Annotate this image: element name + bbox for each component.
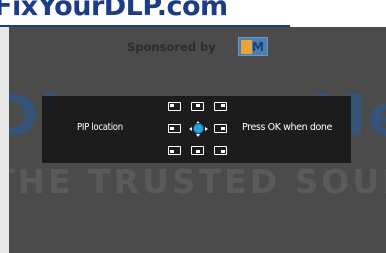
pip-position-top-right[interactable] xyxy=(214,102,227,111)
sponsor-logo: M xyxy=(238,37,268,56)
tv-screen: Sponsored by M Discount-Merch THE TRUSTE… xyxy=(9,27,386,253)
pip-window-icon xyxy=(221,150,225,153)
pip-window-icon xyxy=(170,104,174,107)
pip-position-top-center[interactable] xyxy=(191,102,204,111)
arrow-left-icon xyxy=(189,127,192,131)
pip-location-label: PIP location xyxy=(77,122,123,133)
left-border-stripe xyxy=(0,27,9,253)
pip-position-bottom-left[interactable] xyxy=(168,146,181,155)
sponsor-logo-letter: M xyxy=(252,40,264,54)
pip-position-bottom-right[interactable] xyxy=(214,146,227,155)
sponsor-logo-mark xyxy=(241,40,252,54)
pip-window-icon xyxy=(195,104,200,107)
pip-position-bottom-center[interactable] xyxy=(191,146,204,155)
pip-window-icon xyxy=(195,150,200,153)
pip-position-top-left[interactable] xyxy=(168,102,181,111)
selected-position-icon xyxy=(194,124,203,133)
pip-window-icon xyxy=(221,127,225,130)
pip-window-icon xyxy=(221,104,225,107)
sponsor-text: Sponsored by xyxy=(127,40,216,54)
pip-position-middle-right[interactable] xyxy=(214,124,227,133)
pip-window-icon xyxy=(170,150,174,153)
pip-window-icon xyxy=(170,127,174,130)
pip-position-middle-left[interactable] xyxy=(168,124,181,133)
watermark-trusted-source: THE TRUSTED SOURCE xyxy=(9,162,386,201)
ok-hint-text: Press OK when done xyxy=(242,122,332,133)
pip-position-center-selector[interactable] xyxy=(188,121,208,137)
site-title-watermark: FixYourDLP.com xyxy=(0,0,228,22)
arrow-right-icon xyxy=(205,127,208,131)
pip-location-panel: PIP location Press OK when done xyxy=(42,96,351,163)
arrow-down-icon xyxy=(196,134,200,137)
